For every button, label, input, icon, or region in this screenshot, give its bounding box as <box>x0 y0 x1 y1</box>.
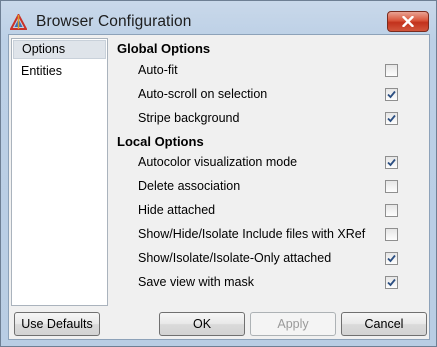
option-label: Auto-scroll on selection <box>138 87 268 101</box>
option-autocolor: Autocolor visualization mode <box>138 153 406 173</box>
dialog-body: Options Entities Global Options Auto-fit… <box>8 34 430 340</box>
checkmark-icon <box>387 158 396 167</box>
category-list: Options Entities <box>11 38 108 306</box>
option-auto-fit: Auto-fit <box>138 61 406 81</box>
ok-button[interactable]: OK <box>159 312 245 336</box>
save-view-mask-checkbox[interactable] <box>385 276 398 289</box>
isolate-attached-checkbox[interactable] <box>385 252 398 265</box>
nav-item-entities[interactable]: Entities <box>13 62 106 81</box>
close-icon <box>402 16 414 27</box>
auto-scroll-checkbox[interactable] <box>385 88 398 101</box>
include-files-xref-checkbox[interactable] <box>385 228 398 241</box>
option-stripe-background: Stripe background <box>138 109 406 129</box>
window-title: Browser Configuration <box>36 13 192 30</box>
option-label: Save view with mask <box>138 275 255 289</box>
option-label: Show/Isolate/Isolate-Only attached <box>138 251 332 265</box>
auto-fit-checkbox[interactable] <box>385 64 398 77</box>
local-options-heading: Local Options <box>117 134 204 149</box>
checkmark-icon <box>387 278 396 287</box>
option-label: Auto-fit <box>138 63 178 77</box>
option-delete-association: Delete association <box>138 177 406 197</box>
option-label: Stripe background <box>138 111 240 125</box>
autocolor-checkbox[interactable] <box>385 156 398 169</box>
app-logo-icon <box>10 14 27 30</box>
option-isolate-attached: Show/Isolate/Isolate-Only attached <box>138 249 406 269</box>
use-defaults-button[interactable]: Use Defaults <box>14 312 100 336</box>
dialog-window: Browser Configuration Options Entities G… <box>0 0 437 347</box>
option-label: Show/Hide/Isolate Include files with XRe… <box>138 227 366 241</box>
cancel-button[interactable]: Cancel <box>341 312 427 336</box>
option-auto-scroll: Auto-scroll on selection <box>138 85 406 105</box>
delete-association-checkbox[interactable] <box>385 180 398 193</box>
option-save-view-mask: Save view with mask <box>138 273 406 293</box>
checkmark-icon <box>387 114 396 123</box>
apply-button[interactable]: Apply <box>250 312 336 336</box>
option-label: Delete association <box>138 179 241 193</box>
option-include-files-xref: Show/Hide/Isolate Include files with XRe… <box>138 225 406 245</box>
global-options-heading: Global Options <box>117 41 211 56</box>
hide-attached-checkbox[interactable] <box>385 204 398 217</box>
nav-item-options[interactable]: Options <box>13 40 106 59</box>
checkmark-icon <box>387 90 396 99</box>
option-hide-attached: Hide attached <box>138 201 406 221</box>
stripe-background-checkbox[interactable] <box>385 112 398 125</box>
option-label: Hide attached <box>138 203 216 217</box>
close-button[interactable] <box>387 11 429 32</box>
option-label: Autocolor visualization mode <box>138 155 298 169</box>
checkmark-icon <box>387 254 396 263</box>
